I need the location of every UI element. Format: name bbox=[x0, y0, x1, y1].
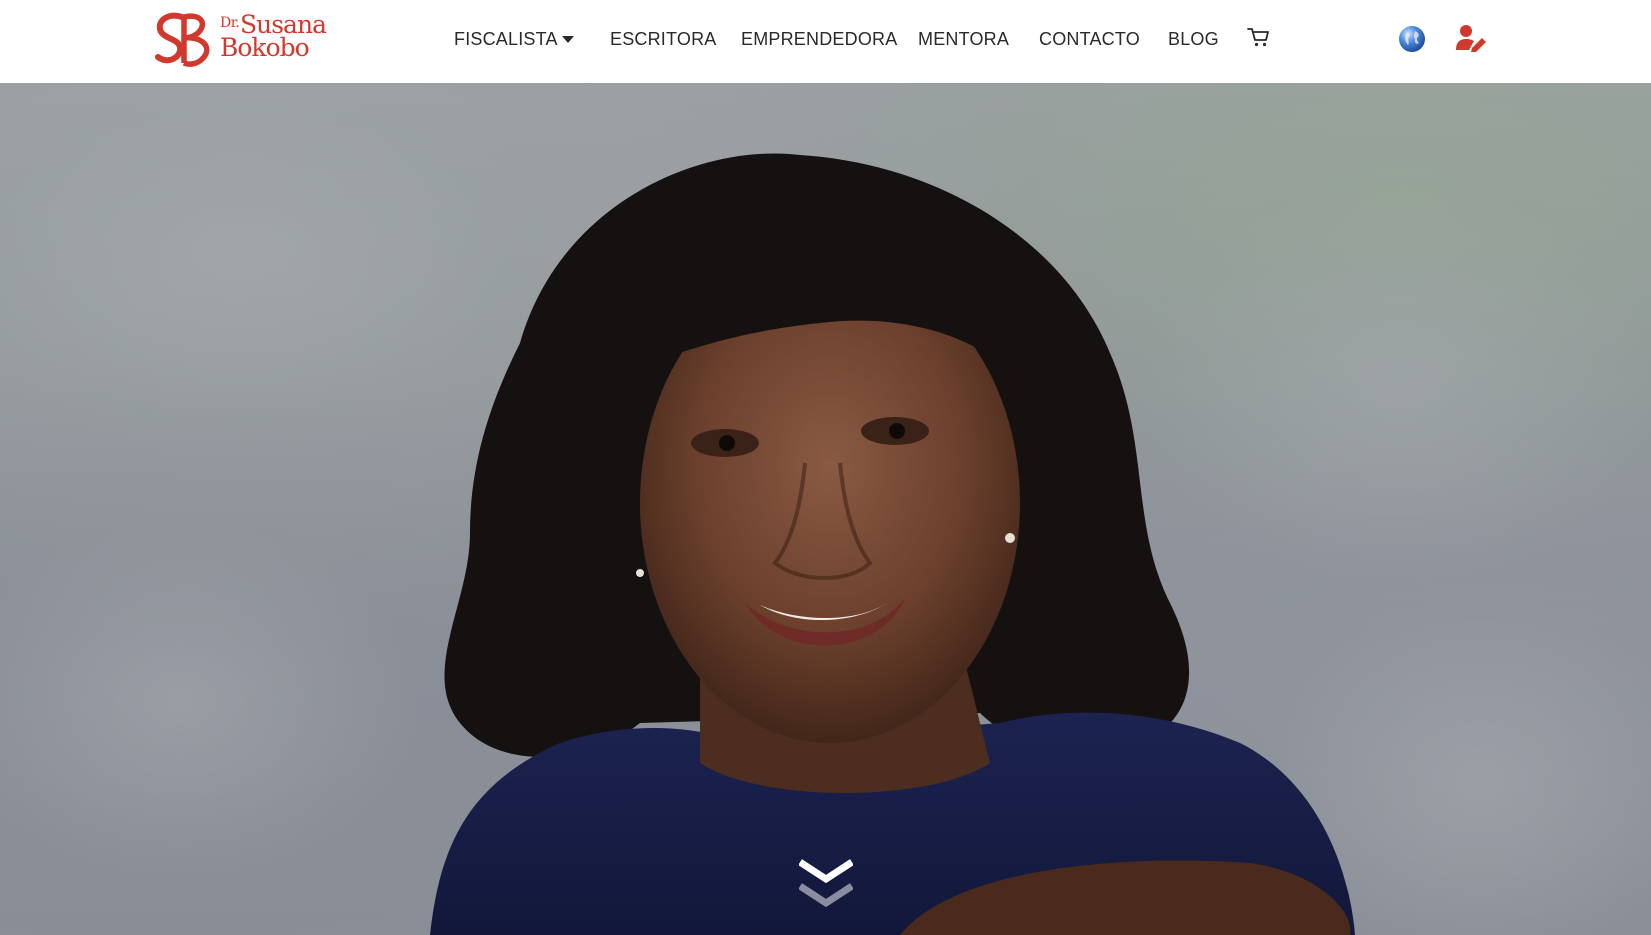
nav-item-blog[interactable]: BLOG bbox=[1168, 29, 1219, 50]
caret-down-icon[interactable] bbox=[562, 36, 574, 43]
nav-item-label: FISCALISTA bbox=[454, 29, 558, 49]
user-edit-icon[interactable] bbox=[1455, 24, 1487, 52]
nav-item-contacto[interactable]: CONTACTO bbox=[1039, 29, 1140, 50]
globe-icon[interactable] bbox=[1398, 25, 1426, 53]
hero-section bbox=[0, 83, 1651, 935]
shopping-cart-icon[interactable] bbox=[1247, 27, 1271, 49]
site-header: Dr. Susana Bokobo FISCALISTA ESCRITORA E… bbox=[0, 0, 1651, 83]
nav-item-mentora[interactable]: MENTORA bbox=[918, 29, 1009, 50]
main-navigation: FISCALISTA ESCRITORA EMPRENDEDORA MENTOR… bbox=[0, 0, 1651, 80]
nav-item-emprendedora[interactable]: EMPRENDEDORA bbox=[741, 29, 897, 50]
double-chevron-down-icon[interactable] bbox=[799, 854, 853, 914]
nav-item-escritora[interactable]: ESCRITORA bbox=[610, 29, 717, 50]
hero-portrait-image bbox=[0, 103, 1651, 935]
nav-item-fiscalista[interactable]: FISCALISTA bbox=[454, 29, 574, 50]
